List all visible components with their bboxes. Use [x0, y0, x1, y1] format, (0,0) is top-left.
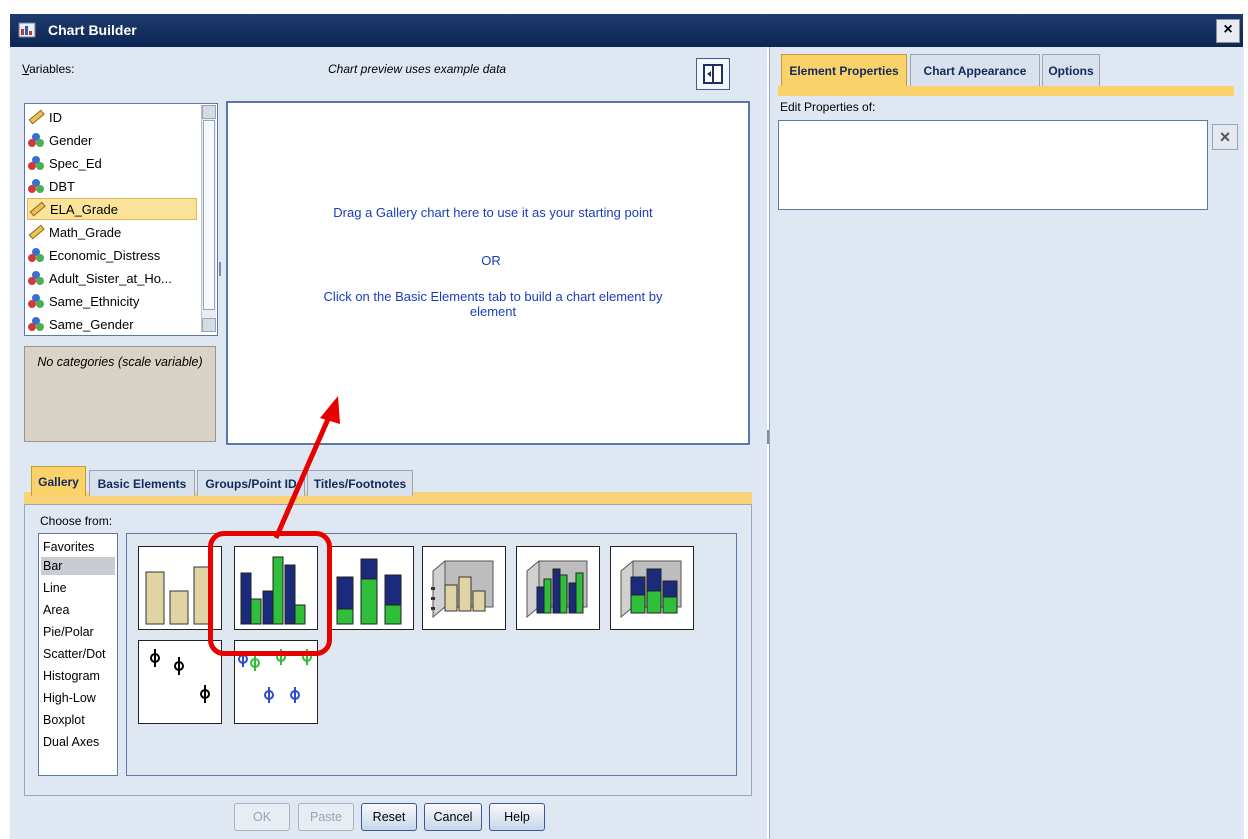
scroll-down-button[interactable] — [202, 318, 216, 332]
chart-type-area[interactable]: Area — [41, 601, 115, 619]
chart-type-line[interactable]: Line — [41, 579, 115, 597]
variable-name: Economic_Distress — [49, 247, 161, 263]
chart-type-high-low[interactable]: High-Low — [41, 689, 115, 707]
list-item[interactable]: DBT — [27, 175, 197, 197]
stacked-bar-icon — [336, 558, 402, 625]
chart-type-favorites[interactable]: Favorites — [41, 538, 115, 556]
list-item[interactable]: Adult_Sister_at_Ho... — [27, 267, 197, 289]
chart-type-pie-polar[interactable]: Pie/Polar — [41, 623, 115, 641]
choose-from-label: Choose from: — [40, 514, 113, 528]
paste-button[interactable]: Paste — [298, 803, 354, 831]
chart-type-dual-axes[interactable]: Dual Axes — [41, 733, 115, 751]
simple-error-bar-thumbnail[interactable] — [138, 640, 222, 724]
tab-chart-appearance[interactable]: Chart Appearance — [910, 54, 1040, 86]
nominal-icon — [28, 248, 44, 262]
variable-name: Same_Gender — [49, 316, 134, 332]
list-item[interactable]: Same_Ethnicity — [27, 290, 197, 312]
splitter-handle[interactable] — [219, 262, 221, 276]
app-icon — [18, 22, 36, 38]
right-tab-strip — [778, 86, 1234, 96]
preview-header: Chart preview uses example data — [328, 62, 507, 76]
variables-label: Variables: — [22, 62, 75, 76]
nominal-icon — [28, 179, 44, 193]
variables-scrollbar[interactable] — [201, 105, 216, 332]
chart-type-list[interactable]: Favorites Bar Line Area Pie/Polar Scatte… — [38, 533, 118, 776]
tab-groups-point-id[interactable]: Groups/Point ID — [197, 470, 305, 496]
close-icon[interactable]: × — [1216, 19, 1240, 43]
variable-name: Math_Grade — [49, 224, 122, 240]
chart-type-boxplot[interactable]: Boxplot — [41, 711, 115, 729]
chart-type-scatter-dot[interactable]: Scatter/Dot — [41, 645, 115, 663]
3d-clustered-icon — [526, 560, 588, 619]
help-button[interactable]: Help — [489, 803, 545, 831]
preview-instruction-2: Click on the Basic Elements tab to build… — [323, 289, 663, 319]
chart-preview-canvas[interactable]: Drag a Gallery chart here to use it as y… — [226, 101, 750, 445]
top-strip — [0, 0, 1248, 14]
window-title: Chart Builder — [48, 22, 137, 38]
scroll-thumb[interactable] — [203, 120, 215, 310]
list-item[interactable]: Economic_Distress — [27, 244, 197, 266]
tab-titles-footnotes[interactable]: Titles/Footnotes — [307, 470, 413, 496]
chart-type-histogram[interactable]: Histogram — [41, 667, 115, 685]
list-item[interactable]: Same_Gender — [27, 313, 197, 335]
nominal-icon — [28, 317, 44, 331]
chart-type-bar[interactable]: Bar — [41, 557, 115, 575]
3d-bar-icon — [431, 560, 494, 619]
categories-box: No categories (scale variable) — [24, 346, 216, 442]
nominal-icon — [28, 133, 44, 147]
3d-stacked-icon — [620, 560, 682, 619]
variables-label-text: ariables: — [29, 62, 75, 76]
error-bar-icon — [150, 649, 210, 703]
3d-simple-bar-thumbnail[interactable] — [422, 546, 506, 630]
list-item[interactable]: ID — [27, 106, 197, 128]
variable-name: DBT — [49, 178, 75, 194]
variable-name: Gender — [49, 132, 93, 148]
ruler-icon — [28, 224, 45, 240]
3d-stacked-bar-thumbnail[interactable] — [610, 546, 694, 630]
tab-element-properties[interactable]: Element Properties — [781, 54, 907, 86]
variable-name: Spec_Ed — [49, 155, 102, 171]
chart-builder-window: Chart Builder × Variables: Chart preview… — [0, 0, 1248, 839]
list-item[interactable]: Math_Grade — [27, 221, 197, 243]
variables-list[interactable]: ID Gender Spec_Ed DBT ELA_Grade Math_Gra… — [24, 103, 218, 336]
edit-properties-label: Edit Properties of: — [780, 100, 876, 114]
ruler-icon — [29, 201, 46, 217]
cancel-button[interactable]: Cancel — [424, 803, 482, 831]
highlight-box — [208, 531, 332, 656]
tab-options[interactable]: Options — [1042, 54, 1100, 86]
ok-button[interactable]: OK — [234, 803, 290, 831]
nominal-icon — [28, 294, 44, 308]
delete-icon[interactable]: × — [1212, 124, 1238, 150]
swap-panels-button[interactable] — [696, 58, 730, 90]
variable-name: ID — [49, 109, 62, 125]
nominal-icon — [28, 271, 44, 285]
stacked-bar-thumbnail[interactable] — [330, 546, 414, 630]
preview-instruction-1: Drag a Gallery chart here to use it as y… — [333, 205, 653, 220]
list-item[interactable]: Spec_Ed — [27, 152, 197, 174]
tab-gallery[interactable]: Gallery — [31, 466, 86, 496]
list-item[interactable]: Gender — [27, 129, 197, 151]
preview-or: OR — [481, 253, 501, 268]
variable-name: Adult_Sister_at_Ho... — [49, 270, 172, 286]
reset-button[interactable]: Reset — [361, 803, 417, 831]
nominal-icon — [28, 156, 44, 170]
variable-name: ELA_Grade — [50, 201, 118, 217]
ruler-icon — [28, 109, 45, 125]
title-bar: Chart Builder × — [10, 14, 1243, 47]
variable-name: Same_Ethnicity — [49, 293, 140, 309]
properties-list[interactable] — [778, 120, 1208, 210]
split-panel-icon — [703, 64, 723, 84]
3d-clustered-bar-thumbnail[interactable] — [516, 546, 600, 630]
list-item-selected[interactable]: ELA_Grade — [27, 198, 197, 220]
tab-basic-elements[interactable]: Basic Elements — [89, 470, 195, 496]
scroll-up-button[interactable] — [202, 105, 216, 119]
